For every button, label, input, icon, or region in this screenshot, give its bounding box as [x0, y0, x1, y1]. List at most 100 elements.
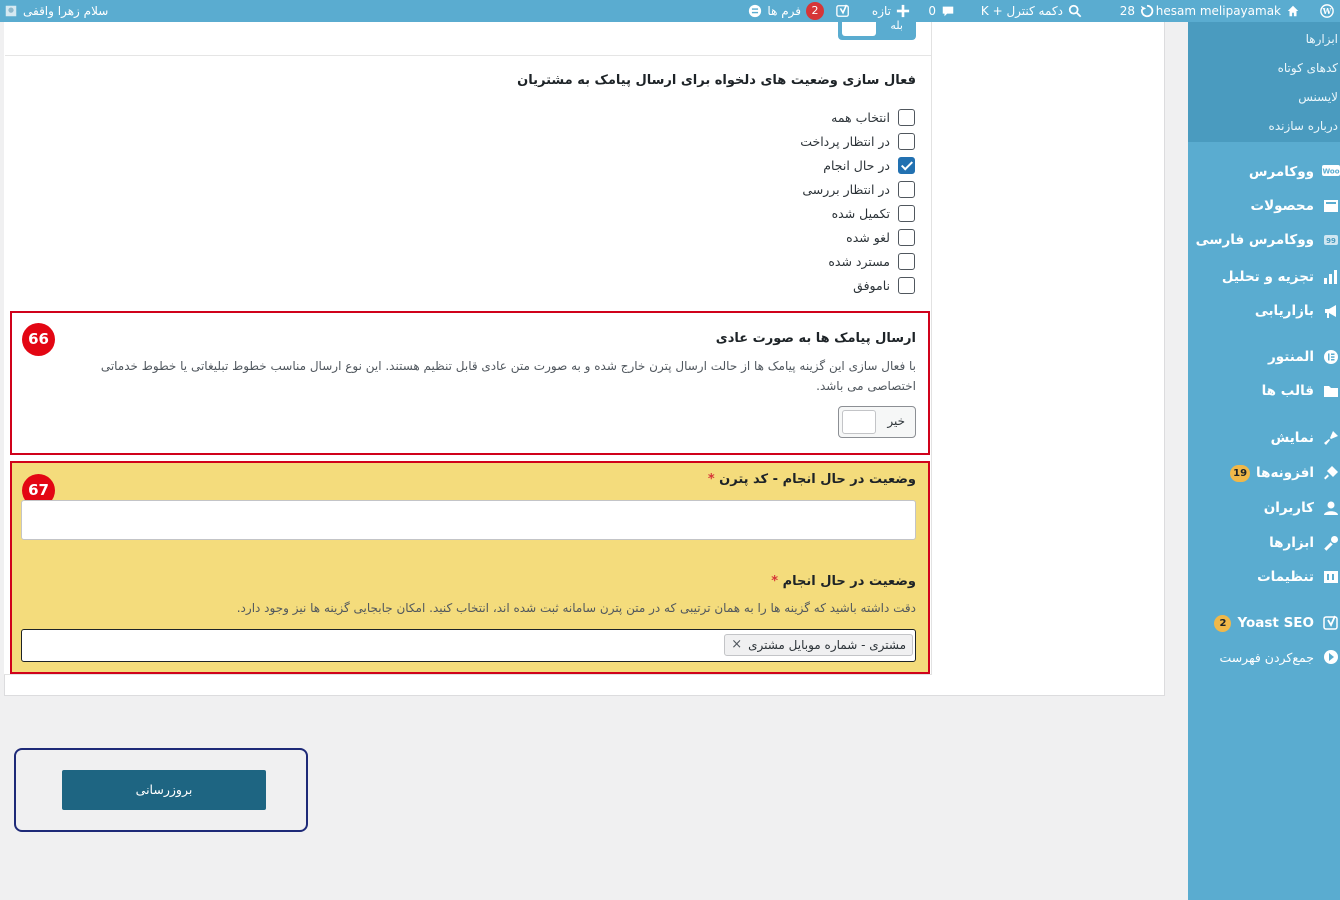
status-checkbox-row[interactable]: تکمیل شده — [832, 203, 915, 223]
checkbox-label: در حال انجام — [823, 157, 890, 173]
svg-text:W: W — [1322, 7, 1332, 16]
site-name: hesam melipayamak — [1155, 4, 1281, 18]
status-checkbox-row[interactable]: در حال انجام — [823, 155, 915, 175]
pattern-code-label: وضعیت در حال انجام - کد پترن * — [707, 472, 916, 487]
normal-sms-title: ارسال پیامک ها به صورت عادی — [715, 331, 916, 346]
checkbox[interactable] — [898, 252, 915, 270]
normal-sms-description-cont: اختصاصی می باشد. — [816, 379, 916, 393]
checkbox-label: انتخاب همه — [831, 109, 890, 125]
sidebar-item-analytics[interactable]: تجزیه و تحلیل — [1188, 262, 1340, 292]
step-badge-66: 66 — [22, 323, 55, 356]
forms-label: فرم ها — [767, 4, 801, 18]
avatar-icon — [5, 5, 17, 17]
sidebar-item-appearance[interactable]: نمایش — [1188, 423, 1340, 453]
checkbox-label: لغو شده — [846, 229, 890, 245]
tag-label: مشتری - شماره موبایل مشتری — [748, 638, 906, 652]
checkbox-label: ناموفق — [853, 277, 890, 293]
checkbox-checked[interactable] — [898, 156, 915, 174]
status-checkbox-row[interactable]: مسترد شده — [828, 251, 915, 271]
comment-icon — [942, 6, 954, 17]
required-mark: * — [707, 472, 715, 487]
status-checkbox-row[interactable]: لغو شده — [846, 227, 915, 247]
submenu-item-about[interactable]: درباره سازنده — [1188, 113, 1340, 142]
sidebar-item-marketing[interactable]: بازاریابی — [1188, 296, 1340, 326]
forms-menu[interactable]: 2 فرم ها — [748, 0, 824, 22]
status-checkbox-row[interactable]: انتخاب همه — [831, 107, 915, 127]
my-account-menu[interactable]: سلام زهرا واقفی — [4, 0, 108, 22]
update-button[interactable]: بروزرسانی — [62, 770, 266, 810]
sidebar-collapse-menu[interactable]: جمع‌کردن فهرست — [1188, 642, 1340, 672]
sidebar-item-woocommerce[interactable]: Woo ووکامرس — [1188, 157, 1340, 187]
checkbox[interactable] — [898, 180, 915, 198]
command-label: دکمه کنترل + K — [980, 4, 1063, 18]
submenu-item-shortcodes[interactable]: کدهای کوتاه — [1188, 55, 1340, 84]
settings-icon — [1322, 568, 1340, 586]
site-name-menu[interactable]: hesam melipayamak — [1156, 0, 1300, 22]
home-icon — [1287, 5, 1299, 17]
status-checkbox-row[interactable]: در انتظار بررسی — [802, 179, 915, 199]
sidebar-item-plugins[interactable]: افزونه‌ها 19 — [1188, 458, 1340, 488]
updates-icon — [1140, 4, 1154, 18]
status-checkbox-row[interactable]: در انتظار پرداخت — [800, 131, 915, 151]
remove-tag-icon[interactable]: × — [731, 635, 742, 655]
top-toggle-switch[interactable]: بله — [838, 19, 916, 40]
admin-sidebar: ابزارها کدهای کوتاه لایسنس درباره سازنده… — [1188, 22, 1340, 900]
forms-count-badge: 2 — [806, 2, 824, 20]
divider — [5, 55, 931, 56]
checkbox[interactable] — [898, 276, 915, 294]
elementor-icon — [1322, 348, 1340, 366]
command-palette[interactable]: دکمه کنترل + K — [981, 0, 1082, 22]
selected-tag[interactable]: مشتری - شماره موبایل مشتری × — [724, 634, 913, 656]
toggle-knob — [842, 410, 876, 434]
checkbox-label: تکمیل شده — [831, 205, 890, 221]
sidebar-item-tools[interactable]: ابزارها — [1188, 528, 1340, 558]
status-checkbox-row[interactable]: ناموفق — [853, 275, 915, 295]
pattern-vars-label: وضعیت در حال انجام * — [771, 574, 916, 589]
sidebar-item-products[interactable]: محصولات — [1188, 191, 1340, 221]
checkbox[interactable] — [898, 108, 915, 126]
plus-icon — [896, 4, 910, 18]
status-section-title: فعال سازی وضعیت های دلخواه برای ارسال پی… — [517, 73, 916, 88]
wordpress-icon: W — [1320, 4, 1334, 18]
toggle-knob — [842, 22, 876, 36]
yoast-icon — [836, 4, 849, 17]
templates-icon — [1322, 382, 1340, 400]
yoast-icon — [1322, 614, 1340, 632]
submenu-item-license[interactable]: لایسنس — [1188, 84, 1340, 113]
tools-icon — [1322, 534, 1340, 552]
checkbox-label: در انتظار پرداخت — [800, 133, 890, 149]
plugins-update-badge: 19 — [1230, 464, 1251, 482]
updates-menu[interactable]: 28 — [1120, 0, 1154, 22]
sidebar-item-users[interactable]: کاربران — [1188, 493, 1340, 523]
sidebar-item-yoast-seo[interactable]: Yoast SEO 2 — [1188, 608, 1340, 638]
forms-icon — [749, 4, 762, 18]
greeting: سلام زهرا واقفی — [23, 4, 109, 18]
wp-logo-menu[interactable]: W — [1320, 0, 1334, 22]
pattern-code-input[interactable] — [21, 500, 916, 540]
sidebar-item-elementor[interactable]: المنتور — [1188, 342, 1340, 372]
plugins-icon — [1322, 464, 1340, 482]
toggle-label: بله — [890, 19, 903, 32]
submenu-item-tools[interactable]: ابزارها — [1188, 26, 1340, 55]
yoast-notification-badge: 2 — [1214, 614, 1232, 632]
collapse-icon — [1322, 648, 1340, 666]
marketing-icon — [1322, 302, 1340, 320]
toggle-label: خیر — [887, 414, 905, 428]
checkbox[interactable] — [898, 204, 915, 222]
search-icon — [1068, 4, 1082, 18]
checkbox[interactable] — [898, 228, 915, 246]
appearance-icon — [1322, 429, 1340, 447]
analytics-icon — [1322, 268, 1340, 286]
yoast-bar-item[interactable] — [836, 0, 850, 22]
comments-menu[interactable]: 0 — [928, 0, 955, 22]
svg-text:99: 99 — [1326, 237, 1336, 245]
normal-sms-toggle[interactable]: خیر — [838, 406, 916, 438]
pattern-vars-description: دقت داشته باشید که گزینه ها را به همان ت… — [236, 601, 916, 615]
admin-bar: W hesam melipayamak 28 دکمه کنترل + K 0 … — [0, 0, 1340, 22]
sidebar-item-templates[interactable]: قالب ها — [1188, 376, 1340, 406]
checkbox[interactable] — [898, 132, 915, 150]
submenu: ابزارها کدهای کوتاه لایسنس درباره سازنده — [1188, 22, 1340, 142]
pattern-vars-select[interactable]: مشتری - شماره موبایل مشتری × — [21, 629, 916, 662]
sidebar-item-settings[interactable]: تنظیمات — [1188, 562, 1340, 592]
sidebar-item-persian-woocommerce[interactable]: 99 ووکامرس فارسی — [1188, 225, 1340, 255]
